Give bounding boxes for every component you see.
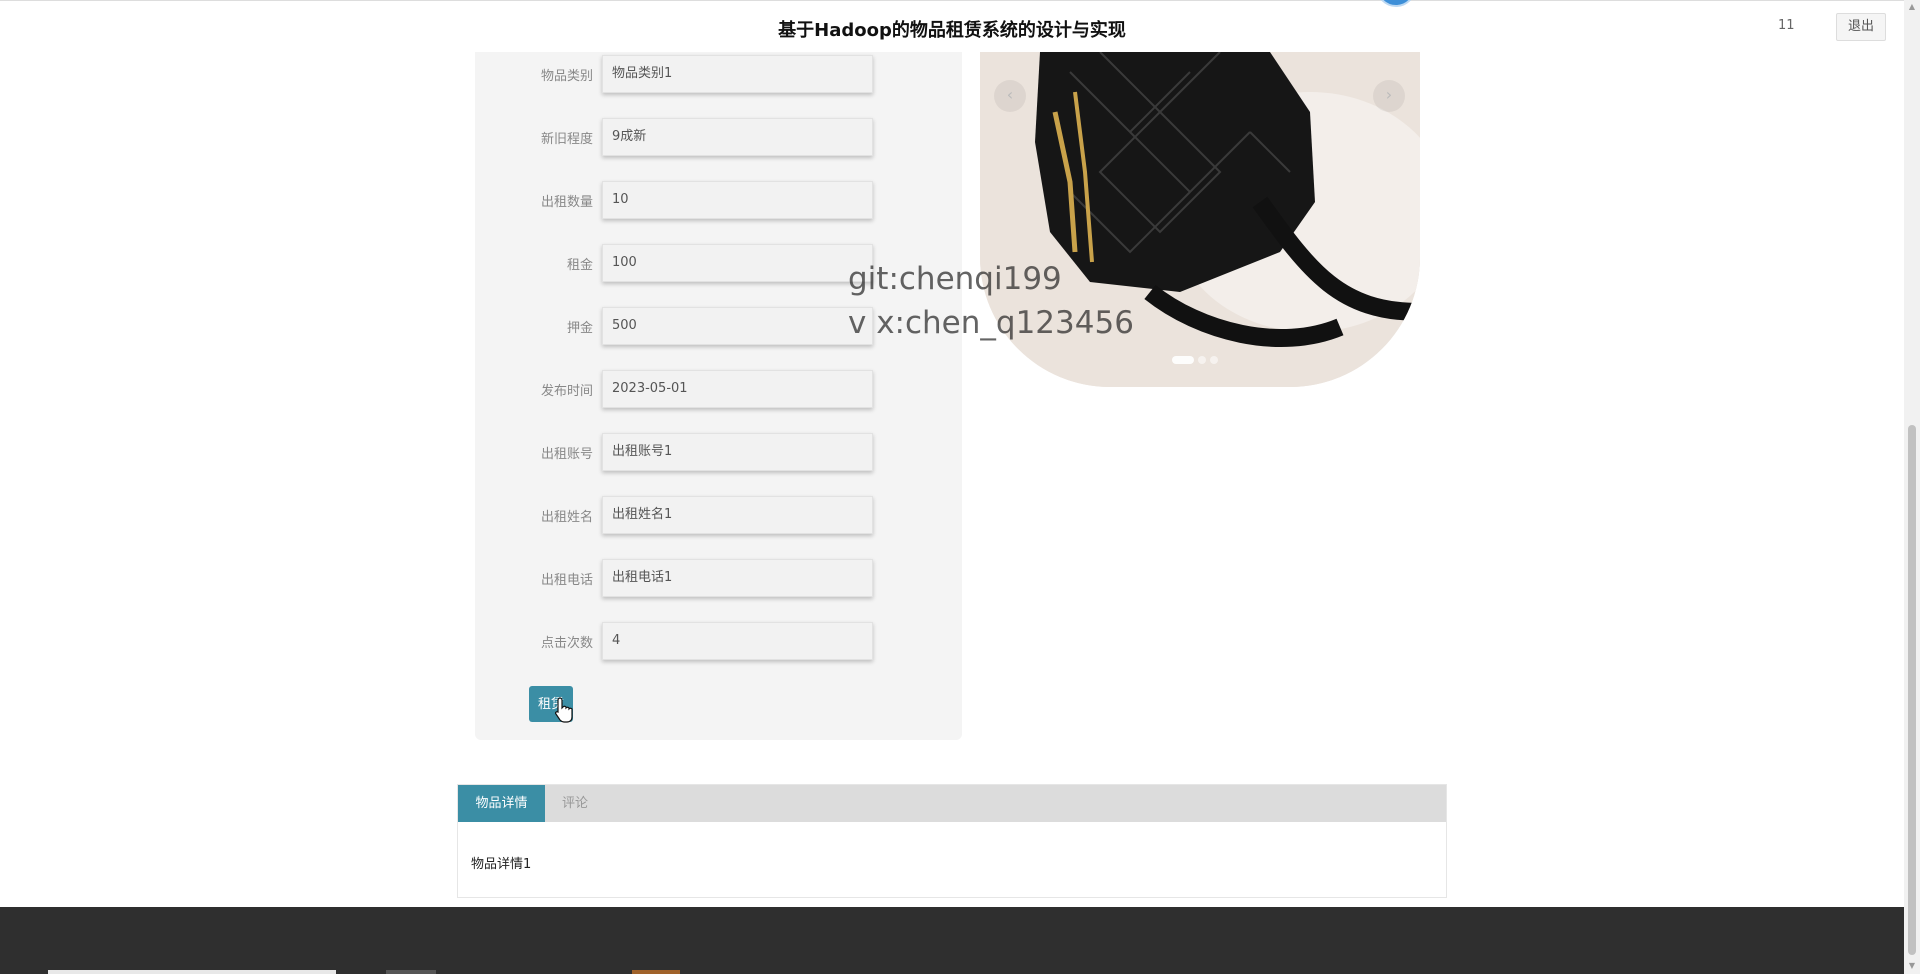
carousel-indicators [1172,356,1232,366]
form-row-owner-phone: 出租电话 出租电话1 [475,559,962,597]
carousel-prev-button[interactable]: ‹ [994,80,1026,112]
page-scrollbar[interactable]: ▲ ▼ [1904,0,1920,974]
tab-bar: 物品详情 评论 [458,785,1446,822]
field-label: 出租姓名 [540,510,593,525]
carousel-next-button[interactable]: › [1373,80,1405,112]
field-label: 物品类别 [540,69,593,84]
form-row-publish-time: 发布时间 2023-05-01 [475,370,962,408]
carousel-dot[interactable] [1210,356,1218,364]
form-row-quantity: 出租数量 10 [475,181,962,219]
page-footer [0,907,1904,974]
hand-cursor-icon [555,697,573,723]
detail-tabs: 物品详情 评论 物品详情1 [457,784,1447,898]
rent-field[interactable]: 100 [602,244,873,282]
footer-strip [48,970,336,974]
field-label: 出租电话 [540,573,593,588]
site-title: 基于Hadoop的物品租赁系统的设计与实现 [778,20,1126,41]
owner-account-field[interactable]: 出租账号1 [602,433,873,471]
avatar-icon[interactable] [1376,0,1416,7]
footer-strip [632,970,680,974]
form-row-owner-name: 出租姓名 出租姓名1 [475,496,962,534]
click-count-field[interactable]: 4 [602,622,873,660]
username: 11 [1778,18,1795,33]
deposit-field[interactable]: 500 [602,307,873,345]
form-row-clicks: 点击次数 4 [475,622,962,660]
tab-item-details[interactable]: 物品详情 [458,785,545,822]
carousel-dot[interactable] [1198,356,1206,364]
form-row-owner-account: 出租账号 出租账号1 [475,433,962,471]
footer-strip [386,970,436,974]
item-info-panel: 物品类别 物品类别1 新旧程度 9成新 出租数量 10 租金 100 押金 50… [475,52,962,740]
field-label: 押金 [566,321,593,336]
form-row-category: 物品类别 物品类别1 [475,55,962,93]
field-label: 出租账号 [540,447,593,462]
field-label: 出租数量 [540,195,593,210]
category-field[interactable]: 物品类别1 [602,55,873,93]
publish-time-field[interactable]: 2023-05-01 [602,370,873,408]
field-label: 租金 [566,258,593,273]
tab-comments[interactable]: 评论 [545,785,605,822]
quantity-field[interactable]: 10 [602,181,873,219]
field-label: 点击次数 [540,636,593,651]
form-row-condition: 新旧程度 9成新 [475,118,962,156]
scroll-up-icon[interactable]: ▲ [1908,3,1916,11]
item-detail-content: 物品详情1 [471,857,532,872]
logout-button[interactable]: 退出 [1836,13,1886,41]
scrollbar-thumb[interactable] [1908,425,1916,955]
field-label: 发布时间 [540,384,593,399]
owner-phone-field[interactable]: 出租电话1 [602,559,873,597]
watermark-line: v x:chen_q123456 [848,305,1134,341]
condition-field[interactable]: 9成新 [602,118,873,156]
scroll-down-icon[interactable]: ▼ [1908,962,1916,970]
owner-name-field[interactable]: 出租姓名1 [602,496,873,534]
carousel-dot-active[interactable] [1172,356,1194,364]
top-header: 基于Hadoop的物品租赁系统的设计与实现 11 退出 [0,0,1904,52]
watermark-line: git:chenqi199 [848,261,1062,297]
field-label: 新旧程度 [540,132,593,147]
